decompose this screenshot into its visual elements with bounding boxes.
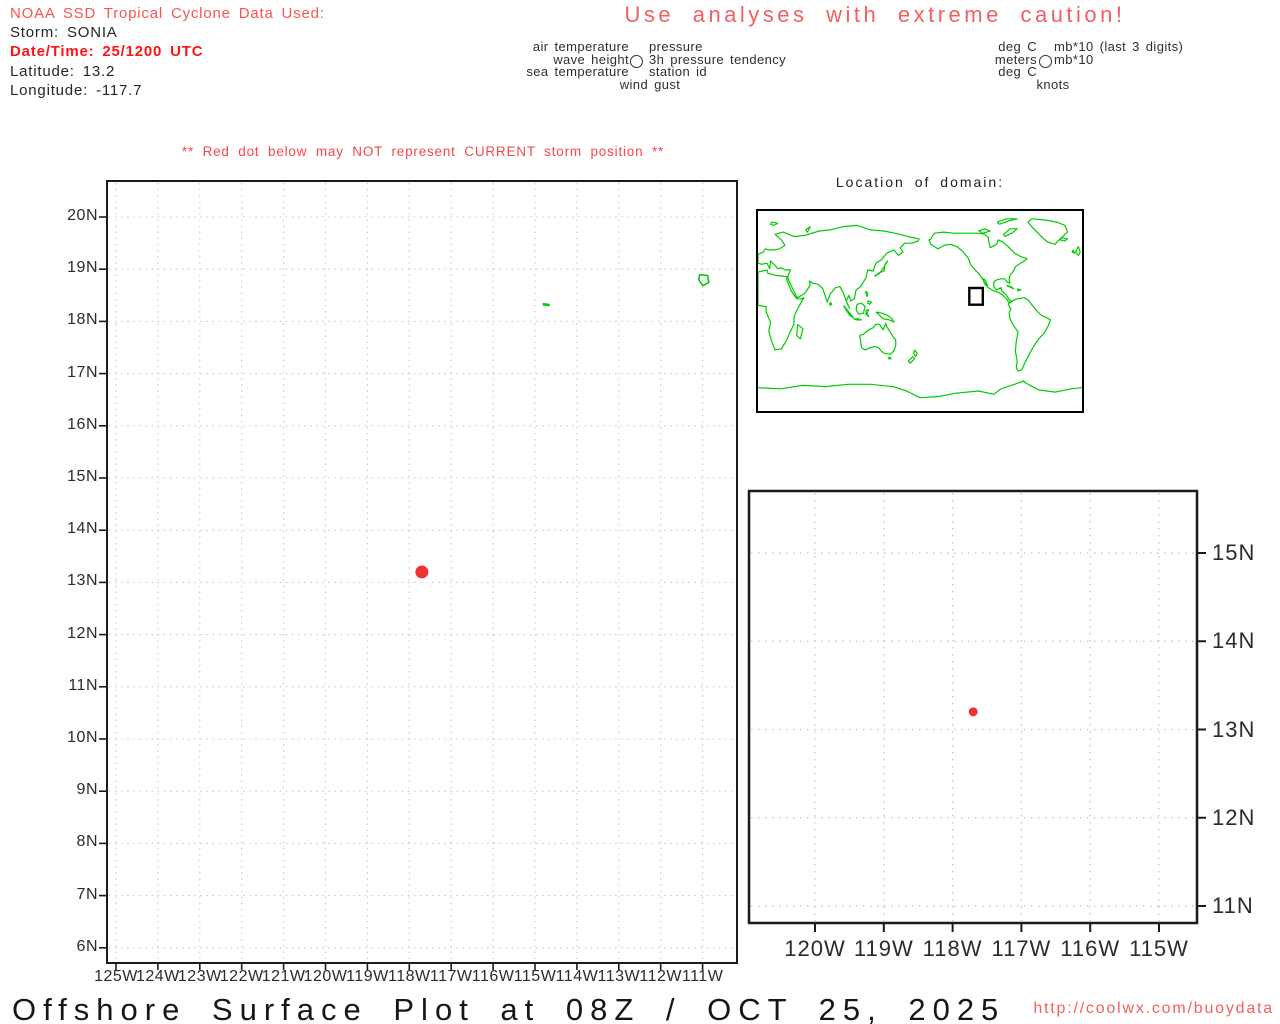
y-tick-label: 10N (67, 729, 98, 746)
y-tick-label: 7N (76, 885, 98, 903)
legend-degc-bottom: deg C (998, 64, 1037, 80)
y-tick-label: 6N (76, 937, 98, 955)
inset-plot-border (747, 489, 1199, 925)
storm-dot-inset (968, 707, 978, 717)
coastline (978, 228, 991, 234)
station-circle-icon (630, 55, 643, 68)
coastline (758, 269, 805, 351)
y-tick-label: 18N (67, 311, 98, 329)
storm-name-line: Storm: SONIA (10, 24, 118, 42)
coastline (1016, 288, 1022, 292)
units-legend-right: mb*10 (last 3 digits) mb*10 (1054, 40, 1183, 67)
y-tick-label: 11N (1212, 893, 1254, 918)
coastline (829, 301, 833, 307)
coastline (1003, 228, 1018, 238)
data-source-line: NOAA SSD Tropical Cyclone Data Used: (10, 5, 325, 22)
storm-position-warning: ** Red dot below may NOT represent CURRE… (181, 144, 665, 159)
coastline (758, 224, 920, 310)
y-tick-label: 14N (1212, 628, 1256, 654)
legend-mb10: mb*10 (1054, 51, 1094, 67)
island-outline (697, 273, 710, 287)
coastline (913, 349, 918, 358)
coastline (758, 380, 1082, 399)
legend-wind-gust: wind gust (619, 77, 681, 92)
legend-sea-temperature: sea temperature (526, 64, 629, 80)
x-tick-label: 115W (1129, 936, 1189, 961)
coastline (1007, 297, 1052, 372)
y-tick-label: 19N (67, 259, 98, 277)
coastline (867, 300, 873, 305)
y-tick-label: 13N (67, 572, 98, 590)
y-tick-label: 17N (67, 363, 98, 381)
domain-map-title: Location of domain: (835, 174, 1005, 190)
page-title: Offshore Surface Plot at 08Z / OCT 25, 2… (12, 992, 1006, 1024)
coastline (982, 278, 989, 287)
coastline (928, 231, 1028, 304)
station-legend-right: pressure 3h pressure tendency station id (649, 40, 786, 79)
units-legend-left: deg C meters deg C (995, 40, 1037, 80)
coastline (874, 260, 889, 278)
y-tick-label: 9N (76, 781, 98, 799)
station-legend-left: air temperature wave height sea temperat… (526, 40, 629, 80)
world-map (756, 209, 1084, 413)
y-tick-label: 15N (1212, 540, 1256, 565)
coastline (865, 309, 870, 318)
storm-dot-main (415, 565, 429, 579)
domain-rectangle (968, 286, 985, 306)
coastline (853, 318, 863, 321)
coastline (865, 290, 869, 298)
longitude-line: Longitude: -117.7 (10, 81, 143, 99)
x-tick-label: 111W (681, 968, 724, 985)
y-tick-label: 13N (1212, 716, 1256, 742)
coastline (796, 323, 804, 340)
y-tick-label: 12N (1212, 804, 1256, 830)
main-plot-border (106, 180, 738, 964)
datetime-line: Date/Time: 25/1200 UTC (10, 43, 204, 61)
coastline (859, 322, 897, 355)
units-circle-icon (1039, 55, 1052, 68)
source-url-link[interactable]: http://coolwx.com/buoydata (1033, 1000, 1274, 1018)
coastline (875, 311, 895, 323)
y-tick-label: 15N (67, 468, 98, 485)
latitude-line: Latitude: 13.2 (10, 62, 116, 80)
coastline (1075, 246, 1081, 257)
storm-info-block: NOAA SSD Tropical Cyclone Data Used: Sto… (10, 4, 325, 100)
y-tick-label: 14N (67, 520, 98, 538)
coastline (996, 218, 1018, 225)
legend-knots: knots (1036, 77, 1070, 92)
coastline (1006, 284, 1015, 290)
world-map-svg (758, 218, 1082, 399)
offshore-surface-plot-page: NOAA SSD Tropical Cyclone Data Used: Sto… (0, 0, 1280, 1024)
y-tick-label: 12N (67, 624, 98, 642)
coastline (1071, 249, 1076, 254)
island-mark (542, 302, 550, 307)
coastline (770, 221, 779, 226)
coastline (907, 356, 916, 364)
coastline (855, 302, 866, 315)
caution-banner: Use analyses with extreme caution! (624, 2, 1126, 27)
coastline (805, 226, 811, 233)
coastline (887, 356, 892, 360)
y-tick-label: 8N (76, 833, 98, 851)
y-tick-label: 16N (67, 415, 98, 433)
y-tick-label: 11N (68, 676, 98, 694)
y-tick-label: 20N (67, 207, 98, 224)
